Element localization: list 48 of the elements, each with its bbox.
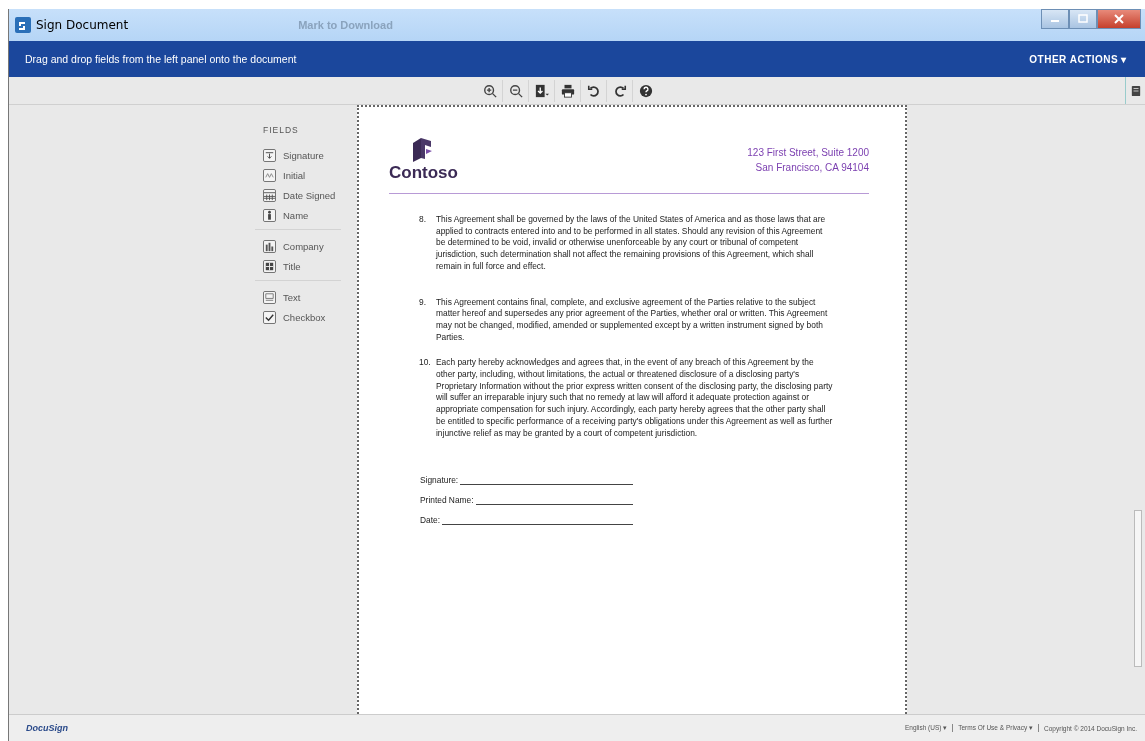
field-item[interactable]: Title [255,256,341,276]
download-icon [534,83,549,98]
minimize-button[interactable] [1041,9,1069,29]
rotate-left-icon [586,83,601,98]
window-title: Sign Document [36,18,129,32]
background-window-text: Mark to Download [298,19,393,31]
address-line: San Francisco, CA 94104 [755,161,869,175]
field-item[interactable]: Signature [255,145,341,165]
close-button[interactable] [1097,9,1141,29]
close-icon [1113,14,1125,24]
title-field-icon [263,259,276,273]
field-item[interactable]: Text [255,287,341,307]
signature-line-label: Signature: [420,475,459,486]
other-actions-menu[interactable]: OTHER ACTIONS ▾ [1029,53,1127,65]
fields-heading: FIELDS [263,125,300,135]
clause-text: Each party hereby acknowledges and agrees that, in the event of any breach of this Agreement by the other party, including, without limitations, the actual or threatened disclosure of a disclosing party's Proprietary Information without the prior express written consent of the disclosing party, the disclosing party will suffer an irreparable injury such that no remedy at law will afford it adequate protection against or appropriate compensation for such injury. Accordingly, each party hereby agrees that the other party shall be entitled to specific performance of a receiving party's obligations under this Agreement as well as further injunctive relief as may be granted by a court of competent jurisdiction. [436,357,833,440]
maximize-button[interactable] [1069,9,1097,29]
field-item[interactable]: Checkbox [255,307,341,327]
address-line: 123 First Street, Suite 1200 [747,146,869,160]
printer-icon [560,83,575,98]
clause-number: 9. [419,296,427,309]
document-icon [1130,84,1141,97]
field-item[interactable]: Initial [255,165,341,185]
clause-number: 8. [419,214,427,226]
zoom-out-icon [508,83,523,98]
signature-line-label: Date: [420,515,441,526]
docusign-logo: DocuSign [26,723,68,733]
person-icon [263,208,276,222]
calendar-icon [263,188,276,202]
instruction-text: Drag and drop fields from the left panel onto the document [25,53,297,65]
signature-line-label: Printed Name: [420,495,474,506]
zoom-in-icon [482,83,497,98]
app-icon [15,17,31,33]
text-field-icon [263,290,276,304]
signature-field-icon [263,148,276,162]
help-icon [639,83,653,98]
building-icon [263,239,276,253]
clause-text: This Agreement shall be governed by the laws of the United States of America and as those laws that are applied to contracts entered into and to be performed in all states. Should any revision of this Agreement be determined to be void, invalid or otherwise unenforceable by any court or tribunal of competent jurisdiction, such determination shall not affect the remaining provisions of this Agreement, which shall remain in full force and effect. [436,214,827,273]
company-name: Contoso [389,163,458,183]
field-item[interactable]: Name [255,205,341,225]
scrollbar-thumb[interactable] [1134,510,1142,667]
clause-text: This Agreement contains final, complete, and exclusive agreement of the Parties relative to the subject matter hereof and supersedes any prior agreement of the Parties, whether oral or written. This Agreement may not be changed, modified, amended or supplemented except by a written instrument signed by both Parties. [436,296,829,344]
clause-number: 10. [419,357,432,370]
field-item[interactable]: Company [255,236,341,256]
initial-field-icon [263,168,276,182]
checkbox-icon [263,310,276,324]
rotate-right-icon [612,83,627,98]
field-item[interactable]: Date Signed [255,185,341,205]
